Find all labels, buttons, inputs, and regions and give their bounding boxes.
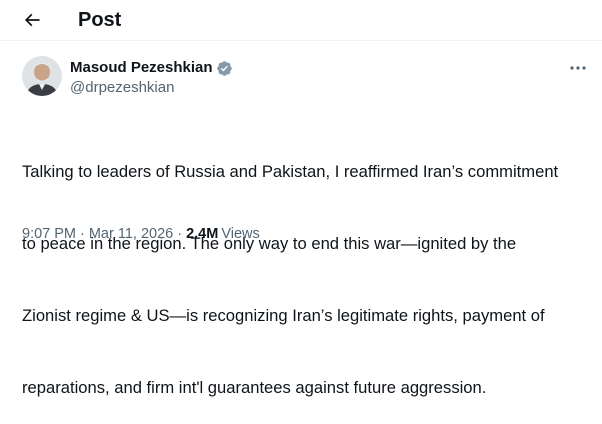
more-options-button[interactable] <box>566 58 590 78</box>
post-text: Talking to leaders of Russia and Pakista… <box>22 112 594 424</box>
post-header: Post <box>0 0 602 40</box>
author-handle[interactable]: @drpezeshkian <box>70 78 174 98</box>
post-text-line: reparations, and firm int'l guarantees a… <box>22 378 487 397</box>
post-meta: 9:07 PM · Mar 11, 2026 · 2.4M Views <box>22 224 260 244</box>
views-count[interactable]: 2.4M <box>186 226 218 242</box>
more-horizontal-icon <box>570 66 586 70</box>
post-date[interactable]: Mar 11, 2026 <box>89 226 173 242</box>
back-button[interactable] <box>14 4 50 36</box>
page-title: Post <box>78 9 122 31</box>
post-text-line: Talking to leaders of Russia and Pakista… <box>22 162 559 181</box>
author-display-name[interactable]: Masoud Pezeshkian <box>70 58 213 78</box>
post-time[interactable]: 9:07 PM <box>22 226 76 242</box>
meta-separator: · <box>177 226 183 242</box>
avatar[interactable] <box>22 56 62 96</box>
arrow-left-icon <box>24 13 40 27</box>
post-text-line: Zionist regime & US—is recognizing Iran’… <box>22 306 545 325</box>
author-row: Masoud Pezeshkian <box>70 58 233 78</box>
views-label: Views <box>221 226 260 242</box>
verified-badge-icon[interactable] <box>216 60 233 77</box>
meta-separator: · <box>80 226 85 242</box>
avatar-image <box>22 56 62 96</box>
header-divider <box>0 40 602 41</box>
